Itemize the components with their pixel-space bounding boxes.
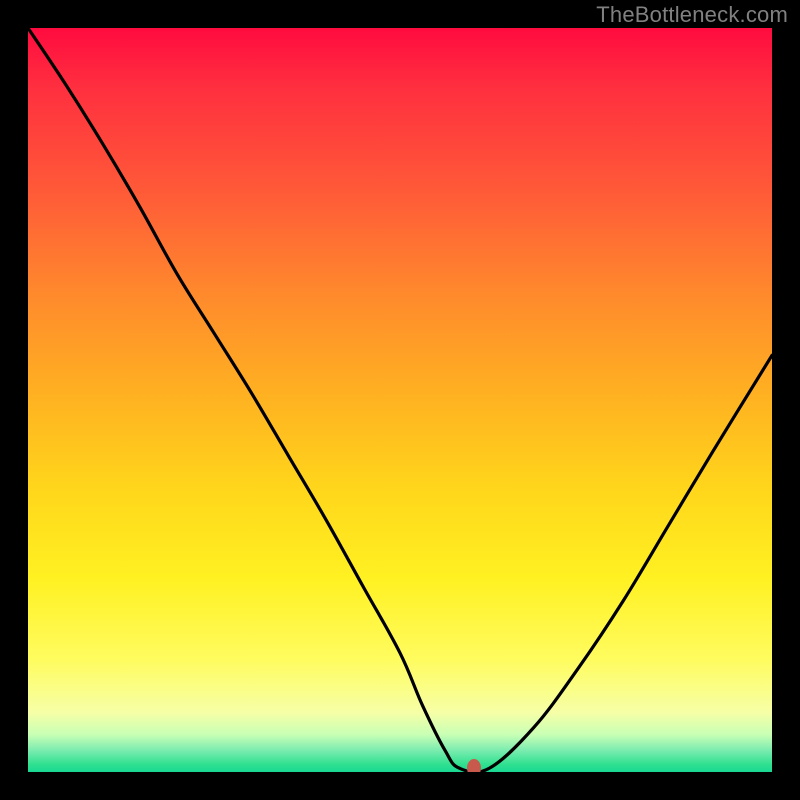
bottleneck-curve xyxy=(28,28,772,772)
chart-frame: TheBottleneck.com xyxy=(0,0,800,800)
plot-area xyxy=(28,28,772,772)
optimal-point-marker xyxy=(467,759,481,772)
watermark-label: TheBottleneck.com xyxy=(596,2,788,28)
